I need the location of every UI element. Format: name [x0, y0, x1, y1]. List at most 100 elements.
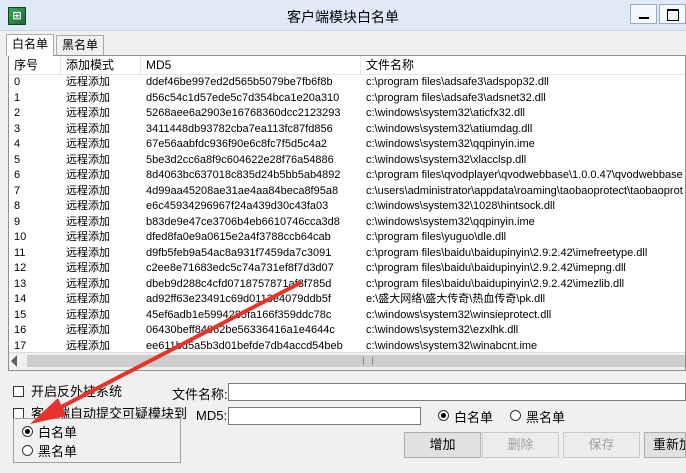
- row-mode: 远程添加: [66, 91, 110, 104]
- row-filename: e:\盛大网络\盛大传奇\热血传奇\pk.dll: [366, 293, 546, 305]
- row-index: 10: [14, 231, 27, 243]
- table-row[interactable]: 12 远程添加 c2ee8e71683edc5c74a731ef8f7d3d07 c:…: [9, 261, 685, 277]
- table-row[interactable]: 11 远程添加 d9fb5feb9a54ac8a931f7459da7c3091 c:…: [9, 246, 685, 262]
- column-header-mode[interactable]: 添加模式: [61, 56, 141, 74]
- row-md5: e6c45934296967f24a439d30c43fa03: [146, 200, 329, 212]
- row-filename: c:\program files\yuguo\dle.dll: [366, 231, 507, 243]
- row-md5: c2ee8e71683edc5c74a731ef8f7d3d07: [146, 262, 334, 274]
- table-row[interactable]: 16 远程添加 06430beff84062be56336416a1e4644c c:…: [9, 323, 685, 339]
- row-md5: b83de9e47ce3706b4eb6610746cca3d8: [146, 215, 340, 228]
- window-title: 客户端模块白名单: [287, 9, 399, 25]
- scrollbar-thumb[interactable]: [27, 355, 685, 367]
- add-button[interactable]: 增加: [404, 432, 481, 458]
- row-filename: c:\windows\system32\atiumdag.dll: [366, 122, 533, 135]
- table-row[interactable]: 4 远程添加 67e56aabfdc936f90e6c8fc7f5d5c4a2 c:\…: [9, 137, 685, 153]
- row-filename: c:\program files\baidu\baidupinyin\2.9.2…: [366, 246, 648, 259]
- table-row[interactable]: 10 远程添加 dfed8fa0e9a0615e2a4f3788ccb64cab c:…: [9, 230, 685, 246]
- target-blacklist-label: 黑名单: [38, 444, 78, 459]
- table-row[interactable]: 5 远程添加 5be3d2cc6a8f9c604622e28f76a54886 c:\…: [9, 153, 685, 169]
- row-index: 16: [14, 324, 27, 336]
- tab-whitelist[interactable]: 白名单: [6, 34, 55, 56]
- row-mode: 远程添加: [66, 215, 110, 228]
- row-index: 6: [14, 169, 21, 181]
- row-filename: c:\windows\system32\qqpinyin.ime: [366, 138, 535, 150]
- table-row[interactable]: 1 远程添加 d56c54c1d57ede5c7d354bca1e20a310 c:\…: [9, 91, 685, 107]
- row-filename: c:\program files\adsafe3\adspop32.dll: [366, 76, 549, 88]
- row-mode: 远程添加: [66, 122, 110, 135]
- list-blacklist-radio[interactable]: [510, 410, 521, 421]
- row-filename: c:\windows\system32\winsieprotect.dll: [366, 308, 552, 321]
- delete-button[interactable]: 删除: [482, 432, 559, 458]
- row-md5: d56c54c1d57ede5c7d354bca1e20a310: [146, 91, 340, 104]
- row-md5: ddef46be997ed2d565b5079be7fb6f8b: [146, 76, 333, 88]
- row-index: 15: [14, 308, 27, 321]
- row-index: 1: [14, 91, 21, 104]
- save-button[interactable]: 保存: [563, 432, 640, 458]
- refresh-button[interactable]: 重新加: [644, 432, 686, 458]
- column-header-filename[interactable]: 文件名称: [361, 56, 685, 74]
- table-row[interactable]: 7 远程添加 4d99aa45208ae31ae4aa84beca8f95a8 c:\…: [9, 184, 685, 200]
- row-md5: 5268aee6a2903e16768360dcc2123293: [146, 107, 341, 119]
- row-mode: 远程添加: [66, 184, 110, 197]
- minimize-button[interactable]: [630, 4, 657, 24]
- row-mode: 远程添加: [66, 293, 110, 305]
- row-index: 12: [14, 262, 27, 274]
- row-filename: c:\windows\system32\ezxlhk.dll: [366, 324, 519, 336]
- row-index: 13: [14, 277, 27, 290]
- table-row[interactable]: 9 远程添加 b83de9e47ce3706b4eb6610746cca3d8 c:\…: [9, 215, 685, 231]
- row-filename: c:\program files\qvodplayer\qvodwebbase\…: [366, 169, 683, 181]
- row-filename: c:\users\administrator\appdata\roaming\t…: [366, 184, 683, 197]
- row-index: 3: [14, 122, 21, 135]
- filename-input[interactable]: [228, 383, 686, 401]
- row-mode: 远程添加: [66, 324, 110, 336]
- column-header-md5[interactable]: MD5: [141, 56, 361, 74]
- row-mode: 远程添加: [66, 107, 110, 119]
- maximize-button[interactable]: [659, 4, 686, 24]
- table-row[interactable]: 0 远程添加 ddef46be997ed2d565b5079be7fb6f8b c:\…: [9, 75, 685, 91]
- row-index: 4: [14, 138, 21, 150]
- md5-input[interactable]: [228, 407, 421, 425]
- table-row[interactable]: 13 远程添加 dbeb9d288c4cfd0718757871af8f785d c:…: [9, 277, 685, 293]
- filename-label: 文件名称:: [172, 387, 228, 402]
- table-row[interactable]: 15 远程添加 45ef6adb1e5994285fa166f359ddc78c c:…: [9, 308, 685, 324]
- grip-icon: [363, 357, 373, 365]
- row-filename: c:\windows\system32\xlacclsp.dll: [366, 153, 527, 166]
- table-row[interactable]: 2 远程添加 5268aee6a2903e16768360dcc2123293 c:\…: [9, 106, 685, 122]
- row-mode: 远程添加: [66, 308, 110, 321]
- horizontal-scrollbar[interactable]: [9, 352, 685, 370]
- row-md5: dfed8fa0e9a0615e2a4f3788ccb64cab: [146, 231, 331, 243]
- row-md5: 8d4063bc637018c835d24b5bb5ab4892: [146, 169, 341, 181]
- row-index: 5: [14, 153, 21, 166]
- table-row[interactable]: 3 远程添加 3411448db93782cba7ea113fc87fd856 c:\…: [9, 122, 685, 138]
- row-index: 2: [14, 107, 21, 119]
- submit-target-group: 白名单 黑名单: [13, 418, 181, 463]
- row-filename: c:\program files\baidu\baidupinyin\2.9.2…: [366, 262, 626, 274]
- column-header-index[interactable]: 序号: [9, 56, 61, 74]
- target-blacklist-radio[interactable]: [22, 445, 33, 456]
- list-header: 序号 添加模式 MD5 文件名称: [9, 56, 685, 75]
- module-list[interactable]: 序号 添加模式 MD5 文件名称 0 远程添加 ddef46be997ed2d565…: [8, 55, 686, 371]
- list-whitelist-radio[interactable]: [438, 410, 449, 421]
- row-index: 8: [14, 200, 21, 212]
- row-md5: 5be3d2cc6a8f9c604622e28f76a54886: [146, 153, 334, 166]
- row-filename: c:\program files\adsafe3\adsnet32.dll: [366, 91, 546, 104]
- enable-anti-cheat-label: 开启反外挂系统: [31, 384, 123, 399]
- checkbox-box[interactable]: [13, 386, 24, 397]
- table-row[interactable]: 14 远程添加 ad92ff63e23491c69d0113e4079ddb5f e:…: [9, 292, 685, 308]
- row-mode: 远程添加: [66, 262, 110, 274]
- row-index: 14: [14, 293, 27, 305]
- row-mode: 远程添加: [66, 138, 110, 150]
- row-filename: c:\windows\system32\1028\hintsock.dll: [366, 200, 555, 212]
- target-whitelist-radio[interactable]: [22, 426, 33, 437]
- scroll-left-icon[interactable]: [11, 355, 17, 367]
- tab-blacklist[interactable]: 黑名单: [56, 35, 105, 55]
- table-row[interactable]: 6 远程添加 8d4063bc637018c835d24b5bb5ab4892 c:\…: [9, 168, 685, 184]
- list-rows: 0 远程添加 ddef46be997ed2d565b5079be7fb6f8b c:\…: [9, 75, 685, 370]
- row-filename: c:\program files\baidu\baidupinyin\2.9.2…: [366, 277, 625, 290]
- row-mode: 远程添加: [66, 169, 110, 181]
- row-index: 11: [14, 246, 26, 259]
- row-mode: 远程添加: [66, 246, 110, 259]
- row-md5: d9fb5feb9a54ac8a931f7459da7c3091: [146, 246, 332, 259]
- table-row[interactable]: 8 远程添加 e6c45934296967f24a439d30c43fa03 c:\w…: [9, 199, 685, 215]
- row-index: 0: [14, 76, 21, 88]
